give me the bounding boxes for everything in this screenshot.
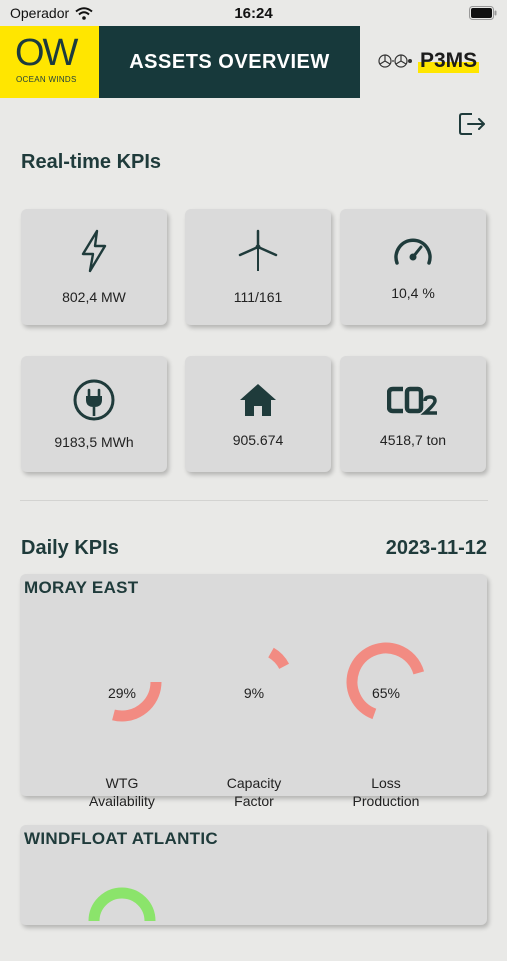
- gauge-label-line1: Loss: [371, 775, 401, 791]
- daily-date[interactable]: 2023-11-12: [386, 537, 487, 560]
- ocean-winds-logo: OW OCEAN WINDS: [0, 26, 99, 98]
- daily-kpis-title: Daily KPIs: [21, 537, 119, 559]
- logo-subtitle: OCEAN WINDS: [16, 75, 77, 84]
- site-name: WINDFLOAT ATLANTIC: [24, 829, 218, 848]
- logo-mark: OW: [15, 32, 78, 74]
- gauge-ring: [82, 642, 162, 722]
- kpi-card-co2[interactable]: 4518,7 ton: [340, 356, 486, 472]
- speedometer-icon: [394, 238, 432, 265]
- realtime-kpis-title: Real-time KPIs: [21, 151, 162, 173]
- gauge-label: Capacity Factor: [199, 774, 309, 810]
- gauge-ring: [346, 642, 426, 722]
- wind-turbine-icon: [238, 229, 278, 271]
- kpi-value: 802,4 MW: [62, 289, 126, 305]
- kpi-card-turbines[interactable]: 111/161: [185, 209, 331, 325]
- gauge-arc: [214, 642, 294, 722]
- gauge-label-line2: Availability: [89, 793, 155, 809]
- kpi-value: 4518,7 ton: [379, 432, 447, 448]
- site-name: MORAY EAST: [24, 578, 139, 597]
- co2-icon: [387, 386, 437, 415]
- gauge-value: 9%: [243, 685, 265, 701]
- gauge-label: Loss Production: [331, 774, 441, 810]
- kpi-value: 905.674: [232, 432, 284, 448]
- wind-turbines-icon: [378, 54, 412, 68]
- kpi-value: 10,4 %: [391, 285, 435, 301]
- app-header: OW OCEAN WINDS ASSETS OVERVIEW P3MS: [0, 26, 507, 98]
- logout-icon[interactable]: [458, 111, 486, 137]
- gauge-label-line1: Capacity: [226, 775, 282, 791]
- gauge-label: WTG Availability: [67, 774, 177, 810]
- gauge-arc: [346, 642, 426, 722]
- p3ms-logo: P3MS: [378, 49, 480, 73]
- gauge-label-line2: Factor: [234, 793, 274, 809]
- section-divider: [20, 500, 488, 501]
- kpi-card-energy[interactable]: 9183,5 MWh: [21, 356, 167, 472]
- site-card-windfloat-atlantic[interactable]: WINDFLOAT ATLANTIC: [20, 825, 487, 925]
- page-title: ASSETS OVERVIEW: [99, 26, 360, 98]
- house-icon: [240, 384, 276, 416]
- p3ms-brand-text: P3MS: [418, 49, 480, 73]
- site-card-moray-east[interactable]: MORAY EAST 29% WTG Availability 9% Capac…: [20, 574, 487, 809]
- kpi-value: 9183,5 MWh: [54, 434, 134, 450]
- status-bar: Operador 16:24: [0, 0, 507, 26]
- kpi-value: 111/161: [233, 289, 283, 305]
- ev-plug-icon: [73, 379, 115, 421]
- gauge-value: 29%: [107, 685, 137, 701]
- clock: 16:24: [234, 5, 273, 22]
- gauge-ring: [214, 642, 294, 722]
- gauge-label-line1: WTG: [105, 775, 139, 791]
- kpi-card-power[interactable]: 802,4 MW: [21, 209, 167, 325]
- kpi-card-speed[interactable]: 10,4 %: [340, 209, 486, 325]
- gauge-value: 65%: [371, 685, 401, 701]
- gauge-label-line2: Production: [352, 793, 420, 809]
- gauge-arc: [88, 887, 156, 922]
- gauge-ring: [88, 887, 156, 922]
- gauge-arc: [82, 642, 162, 722]
- kpi-card-homes[interactable]: 905.674: [185, 356, 331, 472]
- battery-icon: [469, 6, 497, 20]
- lightning-icon: [81, 229, 107, 273]
